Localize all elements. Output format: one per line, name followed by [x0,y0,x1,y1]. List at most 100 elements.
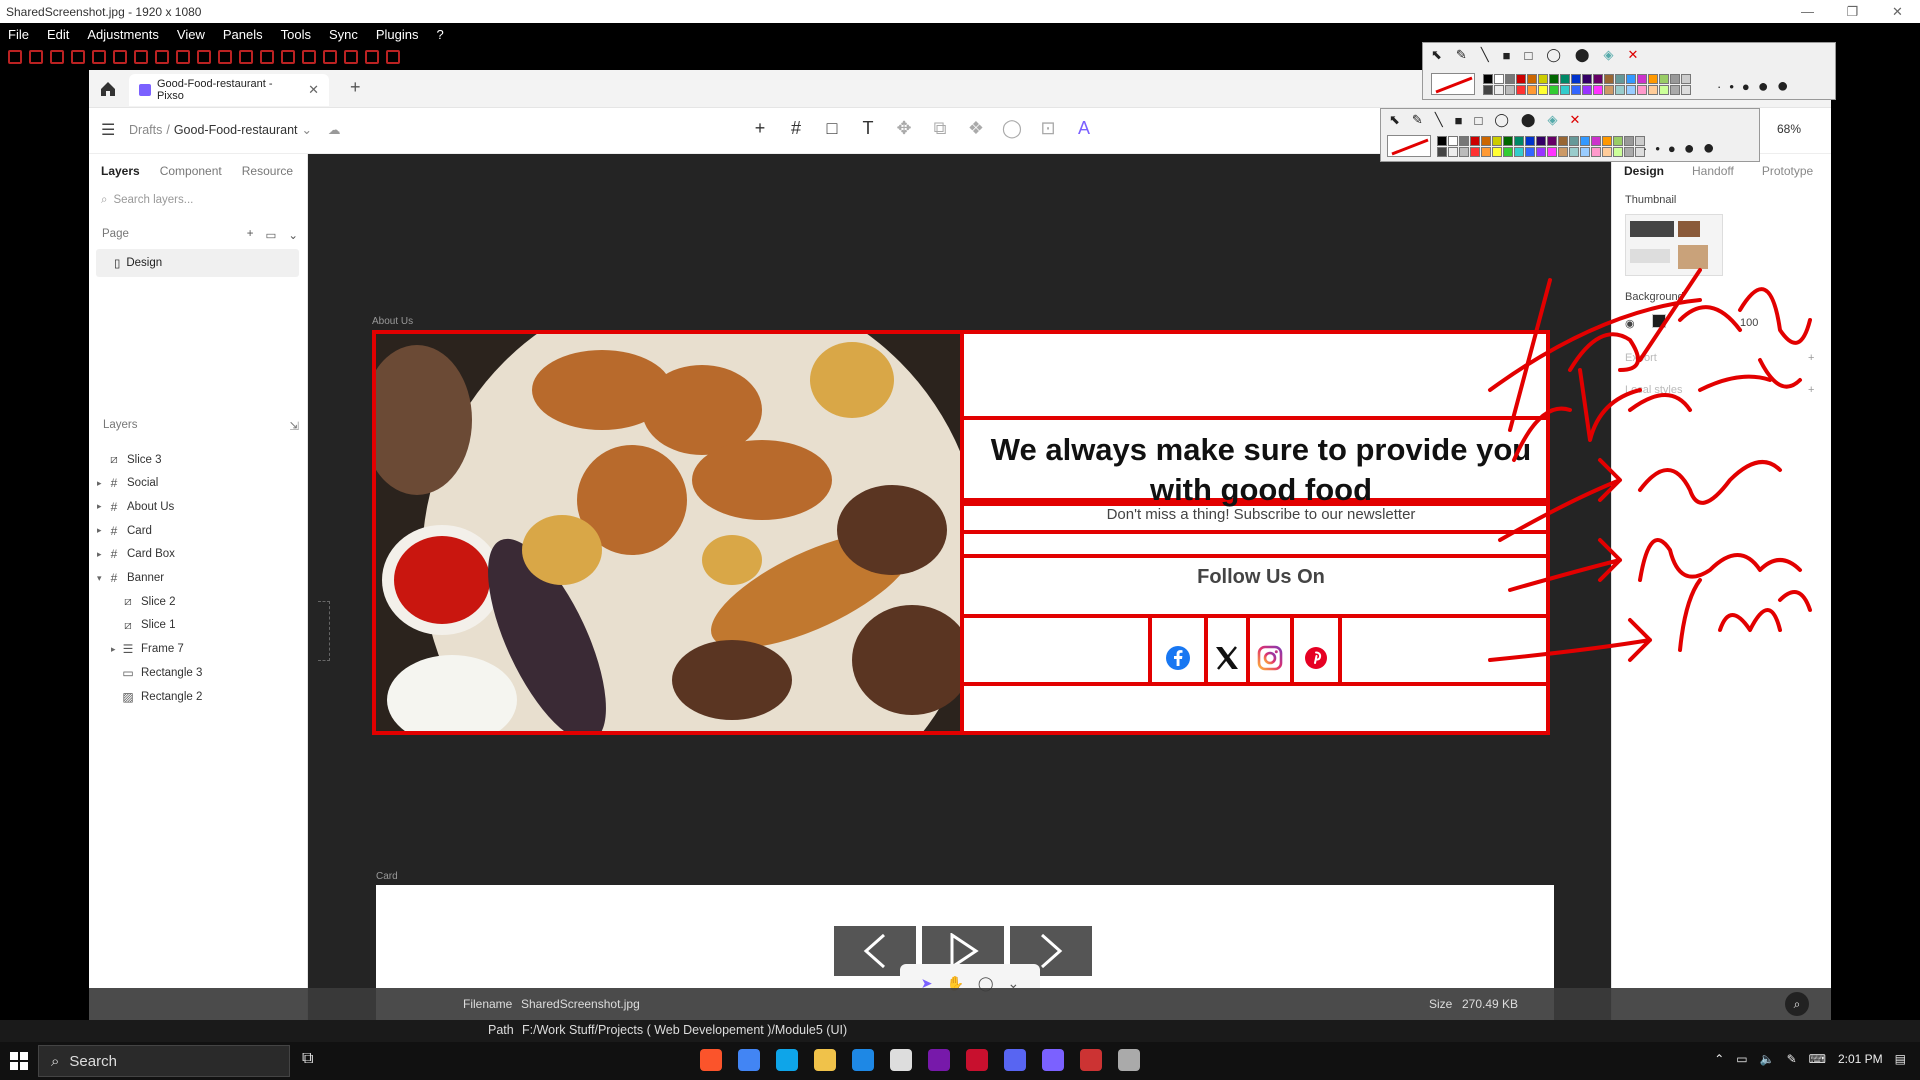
layer-row[interactable]: ▨ Rectangle 2 [111,682,202,711]
new-tab-icon[interactable]: + [350,77,361,98]
color-swatch[interactable] [1580,147,1590,157]
color-swatch[interactable] [1593,74,1603,84]
vscode-icon[interactable] [852,1049,874,1071]
tab-prototype[interactable]: Prototype [1762,164,1813,178]
notifications-icon[interactable]: ▤ [1895,1052,1906,1066]
caret-icon[interactable]: ▸ [97,501,107,512]
color-swatch[interactable] [1593,85,1603,95]
tab-component[interactable]: Component [160,164,222,178]
color-swatch[interactable] [1549,74,1559,84]
tab-design[interactable]: Design [1624,164,1664,178]
color-swatch[interactable] [1547,147,1557,157]
color-swatch[interactable] [1659,74,1669,84]
ai-tool-icon[interactable]: A [1073,118,1095,139]
color-swatch[interactable] [1558,147,1568,157]
color-swatch[interactable] [1615,85,1625,95]
ink-pen-icon[interactable]: ✎ [1456,47,1467,63]
file-tab[interactable]: Good-Food-restaurant - Pixso ✕ [129,74,329,106]
x-icon[interactable] [1203,628,1251,688]
ink-size-picker[interactable]: · • ● ● ● [1643,137,1715,160]
frame-label-about-us[interactable]: About Us [372,316,413,327]
pixso-taskbar-icon[interactable] [1042,1049,1064,1071]
component-tool-icon[interactable]: ❖ [965,118,987,139]
opera-icon[interactable] [966,1049,988,1071]
select-icon[interactable] [323,49,337,64]
notion-icon[interactable] [890,1049,912,1071]
color-swatch[interactable] [1505,74,1515,84]
menu-icon[interactable]: ☰ [101,120,115,140]
folder-icon[interactable] [71,49,85,64]
pinterest-icon[interactable] [1292,628,1340,688]
next-icon[interactable] [29,49,43,64]
facebook-icon[interactable] [1154,628,1202,688]
move-tool-icon[interactable]: ✥ [893,118,915,139]
color-swatch[interactable] [1626,85,1636,95]
color-swatch[interactable] [1681,85,1691,95]
search-icon[interactable]: ⌕ [1785,992,1809,1016]
menu-panels[interactable]: Panels [223,27,263,42]
color-swatch[interactable] [1503,136,1513,146]
color-swatch[interactable] [1569,136,1579,146]
restore-icon[interactable]: ❐ [1830,0,1875,23]
color-swatch[interactable] [1514,147,1524,157]
color-swatch[interactable] [1582,74,1592,84]
color-swatch[interactable] [1580,136,1590,146]
crop-tool-icon[interactable]: ⊡ [1037,118,1059,139]
color-swatch[interactable] [1481,147,1491,157]
color-swatch[interactable] [1483,74,1493,84]
paste-icon[interactable] [218,49,232,64]
color-swatch[interactable] [1571,74,1581,84]
page-item-design[interactable]: ▯ Design [96,249,299,277]
color-swatch[interactable] [1604,85,1614,95]
about-paragraph[interactable]: Don't miss a thing! Subscribe to our new… [972,506,1550,523]
zoom-out-icon[interactable] [176,49,190,64]
task-view-icon[interactable]: ⧉ [302,1050,313,1068]
color-swatch[interactable] [1558,136,1568,146]
color-swatch[interactable] [1494,85,1504,95]
ink-filled-ellipse-icon[interactable]: ⬤ [1521,112,1536,128]
color-swatch[interactable] [1681,74,1691,84]
color-swatch[interactable] [1448,147,1458,157]
crop-icon[interactable] [281,49,295,64]
color-swatch[interactable] [1538,74,1548,84]
color-swatch[interactable] [1560,74,1570,84]
color-swatch[interactable] [1602,136,1612,146]
menu-sync[interactable]: Sync [329,27,358,42]
ink-rect-icon[interactable]: □ [1525,48,1533,63]
color-swatch[interactable] [1494,74,1504,84]
chevron-down-icon[interactable]: ⌄ [302,122,312,137]
tab-close-icon[interactable]: ✕ [308,82,319,98]
color-swatch[interactable] [1670,85,1680,95]
windows-start-icon[interactable] [10,1052,28,1070]
color-swatch[interactable] [1624,136,1634,146]
about-us-frame[interactable]: We always make sure to provide you with … [372,330,1550,735]
ink-pen-icon[interactable]: ✎ [1412,112,1423,128]
color-swatch[interactable] [1492,136,1502,146]
chrome-icon[interactable] [738,1049,760,1071]
ink-clear-icon[interactable]: ✕ [1569,112,1580,128]
layer-search[interactable]: ⌕ Search layers... [101,194,193,207]
file-explorer-icon[interactable] [814,1049,836,1071]
chevron-up-icon[interactable]: ⌃ [1714,1052,1724,1066]
keyboard-icon[interactable]: ⌨ [1809,1052,1826,1066]
lasso-icon[interactable] [344,49,358,64]
delete-icon[interactable] [113,49,127,64]
color-swatch[interactable] [1648,85,1658,95]
color-swatch[interactable] [1505,85,1515,95]
tab-resource[interactable]: Resource [242,164,293,178]
app-icon[interactable] [1118,1049,1140,1071]
shape-tool-icon[interactable]: □ [821,118,843,139]
copy-icon[interactable] [197,49,211,64]
color-swatch[interactable] [1459,136,1469,146]
mask-tool-icon[interactable]: ◯ [1001,118,1023,139]
breadcrumb-drafts[interactable]: Drafts [129,123,162,137]
color-swatch[interactable] [1659,85,1669,95]
color-swatch[interactable] [1516,85,1526,95]
location-icon[interactable] [386,49,400,64]
frame-tool-icon[interactable]: # [785,118,807,139]
caret-icon[interactable]: ▸ [111,644,121,655]
add-page-icon[interactable]: + [247,228,254,242]
volume-icon[interactable]: 🔈 [1760,1052,1775,1066]
ink-filled-rect-icon[interactable]: ■ [1503,48,1511,63]
taskbar-search[interactable]: ⌕ Search [38,1045,290,1077]
